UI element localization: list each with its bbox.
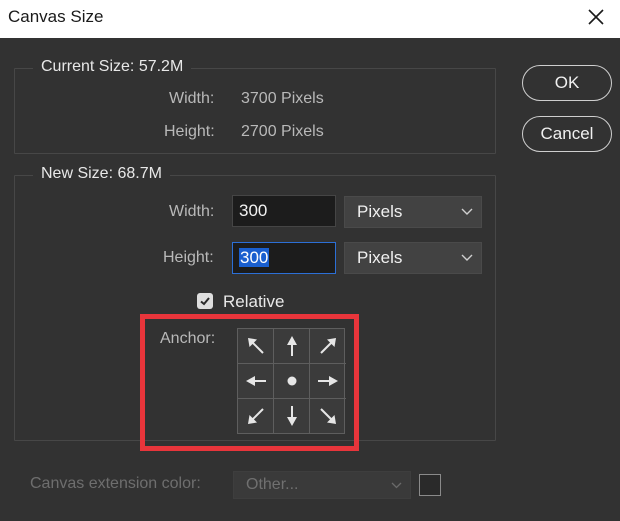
height-input[interactable]: 300	[232, 242, 336, 274]
anchor-center[interactable]	[274, 364, 310, 399]
current-height-value: 2700 Pixels	[241, 123, 324, 140]
arrow-down-right-icon	[320, 408, 336, 424]
cancel-button[interactable]: Cancel	[522, 116, 612, 152]
new-width-label: Width:	[169, 203, 215, 220]
dialog-body: Current Size: 57.2M Width: 3700 Pixels H…	[0, 38, 620, 521]
title-bar: Canvas Size	[0, 0, 620, 38]
current-height-label: Height:	[164, 123, 215, 140]
height-input-value: 300	[239, 248, 270, 267]
anchor-right[interactable]	[310, 364, 346, 399]
checkmark-icon	[200, 297, 210, 306]
arrow-up-icon	[287, 336, 297, 356]
width-unit-value: Pixels	[357, 202, 403, 221]
close-icon[interactable]	[584, 4, 608, 30]
window-title: Canvas Size	[8, 7, 104, 26]
anchor-top-left[interactable]	[238, 329, 274, 364]
extension-color-swatch[interactable]	[419, 474, 441, 496]
anchor-grid	[237, 328, 346, 434]
extension-color-value: Other...	[246, 476, 299, 493]
chevron-down-icon	[461, 254, 473, 261]
new-height-label: Height:	[163, 249, 214, 266]
width-input[interactable]: 300	[232, 195, 336, 227]
arrow-right-icon	[318, 376, 338, 386]
width-input-value: 300	[239, 201, 268, 220]
current-width-label: Width:	[169, 90, 215, 107]
anchor-bottom[interactable]	[274, 399, 310, 434]
center-dot-icon	[287, 376, 297, 386]
current-size-group: Current Size: 57.2M Width: 3700 Pixels H…	[14, 58, 496, 154]
arrow-down-icon	[287, 406, 297, 426]
relative-checkbox[interactable]	[197, 293, 213, 309]
current-width-value: 3700 Pixels	[241, 90, 324, 107]
new-size-legend: New Size: 68.7M	[33, 165, 170, 183]
arrow-up-left-icon	[248, 338, 264, 354]
anchor-bottom-left[interactable]	[238, 399, 274, 434]
ok-button[interactable]: OK	[522, 65, 612, 101]
anchor-top[interactable]	[274, 329, 310, 364]
anchor-label: Anchor:	[160, 330, 216, 347]
relative-label: Relative	[223, 292, 285, 311]
anchor-left[interactable]	[238, 364, 274, 399]
extension-color-select[interactable]: Other...	[233, 471, 411, 499]
extension-color-label: Canvas extension color:	[30, 475, 201, 492]
chevron-down-icon	[391, 482, 402, 489]
current-size-legend: Current Size: 57.2M	[33, 58, 192, 76]
width-unit-select[interactable]: Pixels	[344, 196, 482, 228]
height-unit-select[interactable]: Pixels	[344, 242, 482, 274]
arrow-left-icon	[246, 376, 266, 386]
height-unit-value: Pixels	[357, 248, 403, 267]
arrow-down-left-icon	[248, 408, 264, 424]
arrow-up-right-icon	[320, 338, 336, 354]
anchor-top-right[interactable]	[310, 329, 346, 364]
chevron-down-icon	[461, 208, 473, 215]
anchor-bottom-right[interactable]	[310, 399, 346, 434]
